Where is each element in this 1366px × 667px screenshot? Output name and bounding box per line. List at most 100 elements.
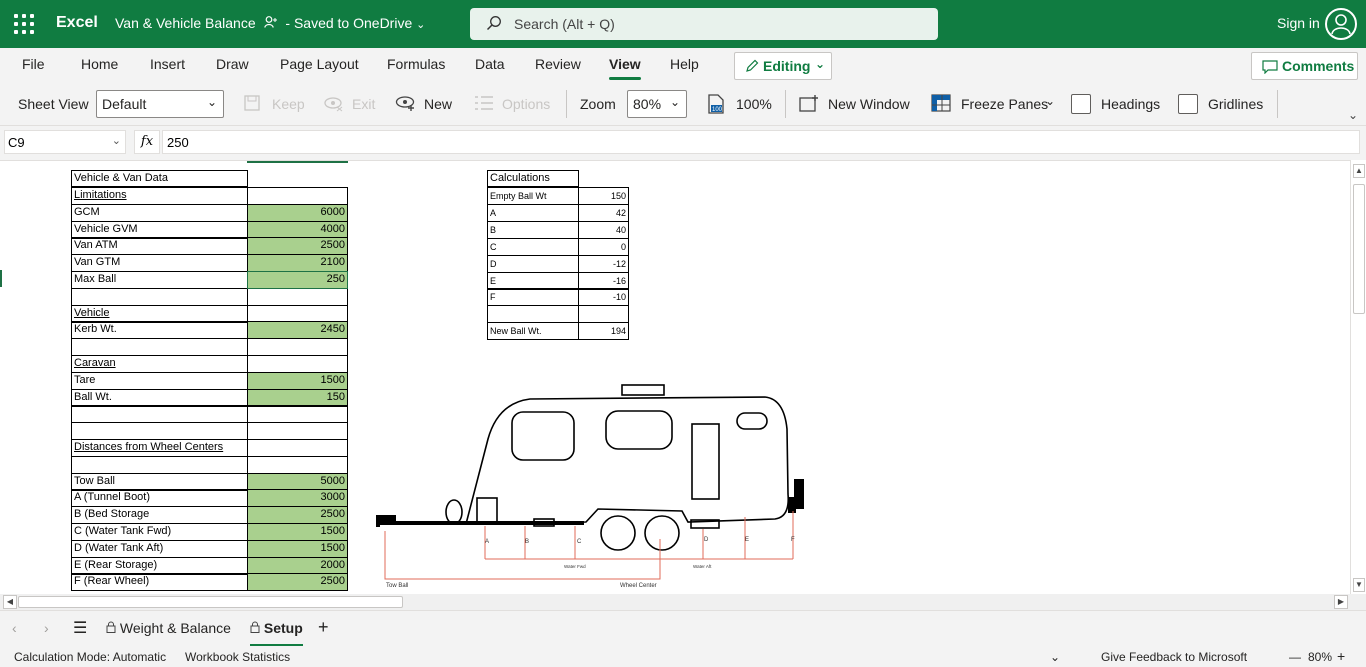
formula-input[interactable]: 250 xyxy=(162,130,1360,154)
workbook-statistics[interactable]: Workbook Statistics xyxy=(185,650,290,664)
calc-value-cell[interactable]: 0 xyxy=(578,238,629,256)
calc-label-cell[interactable]: A xyxy=(487,204,579,222)
label-cell[interactable]: Max Ball xyxy=(71,271,248,289)
app-name[interactable]: Excel xyxy=(56,14,98,32)
calc-value-cell[interactable]: -12 xyxy=(578,255,629,273)
comments-button[interactable]: Comments xyxy=(1251,52,1358,80)
tab-formulas[interactable]: Formulas xyxy=(387,56,445,72)
value-cell[interactable] xyxy=(247,338,348,356)
value-cell[interactable] xyxy=(247,422,348,440)
sheet-tab-setup[interactable]: Setup xyxy=(250,620,303,647)
value-cell[interactable]: 1500 xyxy=(247,372,348,390)
sheet-tab-weight-balance[interactable]: Weight & Balance xyxy=(106,620,231,636)
sign-in-link[interactable]: Sign in xyxy=(1277,15,1320,31)
options-button[interactable]: Options xyxy=(502,96,550,112)
tab-file[interactable]: File xyxy=(22,56,45,72)
freeze-panes-button[interactable]: Freeze Panes xyxy=(961,96,1048,112)
label-cell[interactable] xyxy=(71,422,248,440)
calc-label-cell[interactable]: D xyxy=(487,255,579,273)
label-cell[interactable]: Limitations xyxy=(71,187,248,205)
prev-sheet-icon[interactable]: ‹ xyxy=(12,620,17,636)
value-cell[interactable]: 2500 xyxy=(247,506,348,524)
value-cell[interactable] xyxy=(247,355,348,373)
label-cell[interactable]: Tare xyxy=(71,372,248,390)
status-zoom-value[interactable]: 80% xyxy=(1308,650,1332,664)
label-cell[interactable]: F (Rear Wheel) xyxy=(71,573,248,591)
scroll-right-icon[interactable]: ▶ xyxy=(1334,595,1348,609)
value-cell[interactable]: 2500 xyxy=(247,237,348,255)
zoom-in-icon[interactable]: + xyxy=(1337,648,1345,664)
calc-value-cell[interactable] xyxy=(578,305,629,323)
name-box[interactable]: C9 ⌄ xyxy=(4,130,126,154)
value-cell[interactable]: 1500 xyxy=(247,540,348,558)
value-cell[interactable] xyxy=(247,405,348,423)
scroll-left-icon[interactable]: ◀ xyxy=(3,595,17,609)
label-cell[interactable]: C (Water Tank Fwd) xyxy=(71,523,248,541)
calc-label-cell[interactable]: F xyxy=(487,288,579,306)
search-box[interactable]: Search (Alt + Q) xyxy=(470,8,938,40)
label-cell[interactable]: D (Water Tank Aft) xyxy=(71,540,248,558)
label-cell[interactable]: A (Tunnel Boot) xyxy=(71,489,248,507)
editing-mode-button[interactable]: Editing ⌄ xyxy=(734,52,832,80)
tab-home[interactable]: Home xyxy=(81,56,118,72)
tab-review[interactable]: Review xyxy=(535,56,581,72)
calculations-title-cell[interactable]: Calculations xyxy=(487,170,579,187)
label-cell[interactable]: Van GTM xyxy=(71,254,248,272)
zoom-select[interactable]: 80% ⌄ xyxy=(627,90,687,118)
tab-draw[interactable]: Draw xyxy=(216,56,249,72)
scroll-up-icon[interactable]: ▲ xyxy=(1353,164,1365,178)
label-cell[interactable]: B (Bed Storage xyxy=(71,506,248,524)
label-cell[interactable] xyxy=(71,288,248,306)
value-cell[interactable]: 1500 xyxy=(247,523,348,541)
value-cell[interactable] xyxy=(247,187,348,205)
tab-view[interactable]: View xyxy=(609,56,641,80)
label-cell[interactable]: Caravan xyxy=(71,355,248,373)
value-cell[interactable] xyxy=(247,456,348,474)
calc-label-cell[interactable]: Empty Ball Wt xyxy=(487,187,579,205)
calculation-mode[interactable]: Calculation Mode: Automatic xyxy=(14,650,166,664)
label-cell[interactable] xyxy=(71,456,248,474)
tab-page-layout[interactable]: Page Layout xyxy=(280,56,359,72)
add-sheet-icon[interactable]: + xyxy=(318,617,329,638)
value-cell[interactable]: 2500 xyxy=(247,573,348,591)
avatar[interactable] xyxy=(1325,8,1357,40)
horizontal-scrollbar[interactable]: ◀ ▶ xyxy=(0,594,1366,610)
ribbon-collapse-icon[interactable]: ⌄ xyxy=(1348,108,1358,122)
value-cell[interactable] xyxy=(247,288,348,306)
sheet-view-select[interactable]: Default ⌄ xyxy=(96,90,224,118)
chevron-down-icon[interactable]: ⌄ xyxy=(1050,650,1060,664)
headings-checkbox[interactable] xyxy=(1071,94,1091,114)
calc-value-cell[interactable]: 194 xyxy=(578,322,629,340)
new-window-button[interactable]: New Window xyxy=(828,96,910,112)
label-cell[interactable] xyxy=(71,338,248,356)
scroll-thumb[interactable] xyxy=(18,596,403,608)
document-title[interactable]: Van & Vehicle Balance - Saved to OneDriv… xyxy=(115,15,425,31)
label-cell[interactable]: Distances from Wheel Centers xyxy=(71,439,248,457)
scroll-thumb[interactable] xyxy=(1353,184,1365,314)
calc-label-cell[interactable]: B xyxy=(487,221,579,239)
label-cell[interactable]: Kerb Wt. xyxy=(71,321,248,339)
value-cell[interactable]: 2100 xyxy=(247,254,348,272)
calc-value-cell[interactable]: -10 xyxy=(578,288,629,306)
scroll-down-icon[interactable]: ▼ xyxy=(1353,578,1365,592)
label-cell[interactable]: Van ATM xyxy=(71,237,248,255)
calc-label-cell[interactable]: C xyxy=(487,238,579,256)
app-launcher-icon[interactable] xyxy=(12,12,36,36)
zoom-100-button[interactable]: 100% xyxy=(736,96,772,112)
new-view-button[interactable]: New xyxy=(424,96,452,112)
next-sheet-icon[interactable]: › xyxy=(44,620,49,636)
label-cell[interactable]: GCM xyxy=(71,204,248,222)
label-cell[interactable] xyxy=(71,405,248,423)
calc-value-cell[interactable]: 40 xyxy=(578,221,629,239)
value-cell[interactable]: 2450 xyxy=(247,321,348,339)
worksheet-grid[interactable]: Vehicle & Van Data Limitations GCM 6000 Veh… xyxy=(0,160,1350,594)
zoom-out-icon[interactable]: — xyxy=(1289,650,1301,664)
feedback-link[interactable]: Give Feedback to Microsoft xyxy=(1101,650,1247,664)
value-cell[interactable]: 6000 xyxy=(247,204,348,222)
gridlines-checkbox[interactable] xyxy=(1178,94,1198,114)
tab-insert[interactable]: Insert xyxy=(150,56,185,72)
calc-label-cell[interactable] xyxy=(487,305,579,323)
keep-button[interactable]: Keep xyxy=(272,96,305,112)
tab-data[interactable]: Data xyxy=(475,56,505,72)
value-cell[interactable] xyxy=(247,439,348,457)
